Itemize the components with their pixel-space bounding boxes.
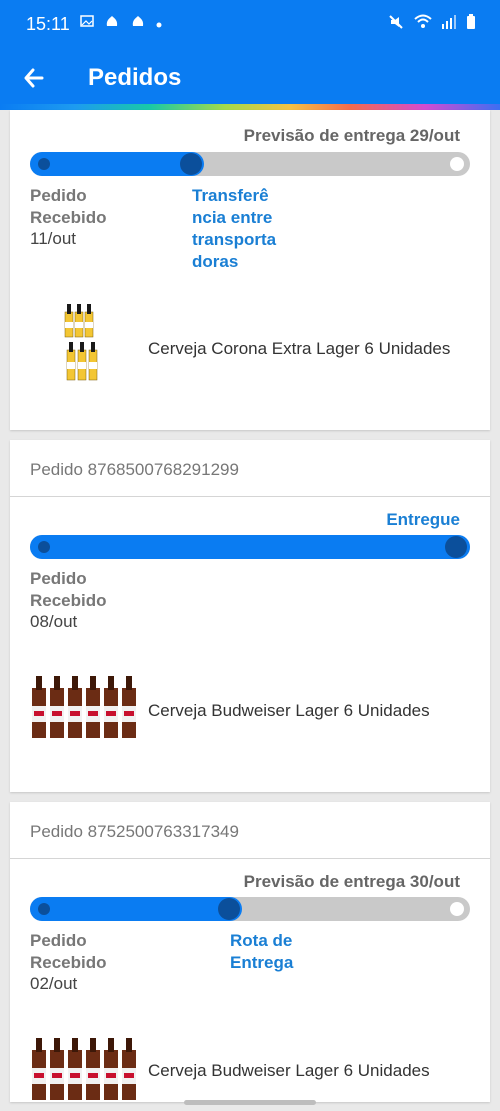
- order-card[interactable]: Pedido 8768500768291299 Entregue Pedido …: [10, 440, 490, 792]
- progress-end-dot: [450, 902, 464, 916]
- budweiser-beer-image: [32, 676, 136, 738]
- progress-current-dot: [445, 536, 467, 558]
- step-date: 11/out: [30, 229, 77, 248]
- image-icon: [80, 14, 94, 32]
- arrow-left-icon: [24, 68, 44, 88]
- step-date: 08/out: [30, 612, 78, 631]
- order-number: Pedido 8752500763317349: [30, 822, 239, 841]
- step-label: Pedido Recebido: [30, 931, 107, 972]
- progress-current-dot: [180, 153, 202, 175]
- progress-current-dot: [218, 898, 240, 920]
- order-number: Pedido 8768500768291299: [30, 460, 239, 479]
- delivery-forecast: Previsão de entrega 29/out: [243, 126, 460, 145]
- status-icons-left: [80, 14, 162, 32]
- progress-track: [30, 897, 470, 921]
- progress-start-dot: [38, 903, 50, 915]
- corona-beer-image: [64, 304, 98, 381]
- step-label: Pedido Recebido: [30, 186, 107, 227]
- home-indicator[interactable]: [184, 1100, 316, 1105]
- order-card[interactable]: Pedido 8752500763317349 Previsão de entr…: [10, 802, 490, 1102]
- step-label: Pedido Recebido: [30, 569, 107, 610]
- status-icons-right: [388, 14, 476, 34]
- page-title: Pedidos: [88, 64, 182, 91]
- app-icon: [130, 14, 146, 32]
- back-button[interactable]: [20, 62, 52, 94]
- delivered-status: Entregue: [386, 510, 460, 529]
- progress-start-dot: [38, 158, 50, 170]
- product-name[interactable]: Cerveja Budweiser Lager 6 Unidades: [148, 701, 430, 721]
- progress-track: [30, 152, 470, 176]
- order-header: Pedido 8768500768291299: [10, 440, 490, 497]
- delivery-forecast: Previsão de entrega 30/out: [243, 872, 460, 891]
- product-name[interactable]: Cerveja Budweiser Lager 6 Unidades: [148, 1061, 430, 1081]
- mute-icon: [388, 14, 404, 34]
- app-icon: [104, 14, 120, 32]
- progress-track: [30, 535, 470, 559]
- dot-icon: [156, 15, 162, 32]
- app-bar: Pedidos: [0, 52, 500, 104]
- wifi-icon: [414, 14, 432, 34]
- signal-icon: [442, 14, 456, 34]
- order-header: Pedido 8752500763317349: [10, 802, 490, 859]
- progress-end-dot: [450, 157, 464, 171]
- product-name[interactable]: Cerveja Corona Extra Lager 6 Unidades: [148, 339, 450, 359]
- status-bar: 15:11: [0, 0, 500, 52]
- current-status: Rota de Entrega: [230, 931, 294, 972]
- step-date: 02/out: [30, 974, 78, 993]
- budweiser-beer-image: [32, 1038, 136, 1100]
- progress-start-dot: [38, 541, 50, 553]
- battery-icon: [466, 14, 476, 34]
- progress-fill: [30, 152, 204, 176]
- progress-fill: [30, 535, 470, 559]
- status-time: 15:11: [26, 14, 70, 34]
- current-status: Transferê ncia entre transporta doras: [192, 186, 277, 271]
- progress-fill: [30, 897, 242, 921]
- order-card[interactable]: Previsão de entrega 29/out Pedido Recebi…: [10, 110, 490, 430]
